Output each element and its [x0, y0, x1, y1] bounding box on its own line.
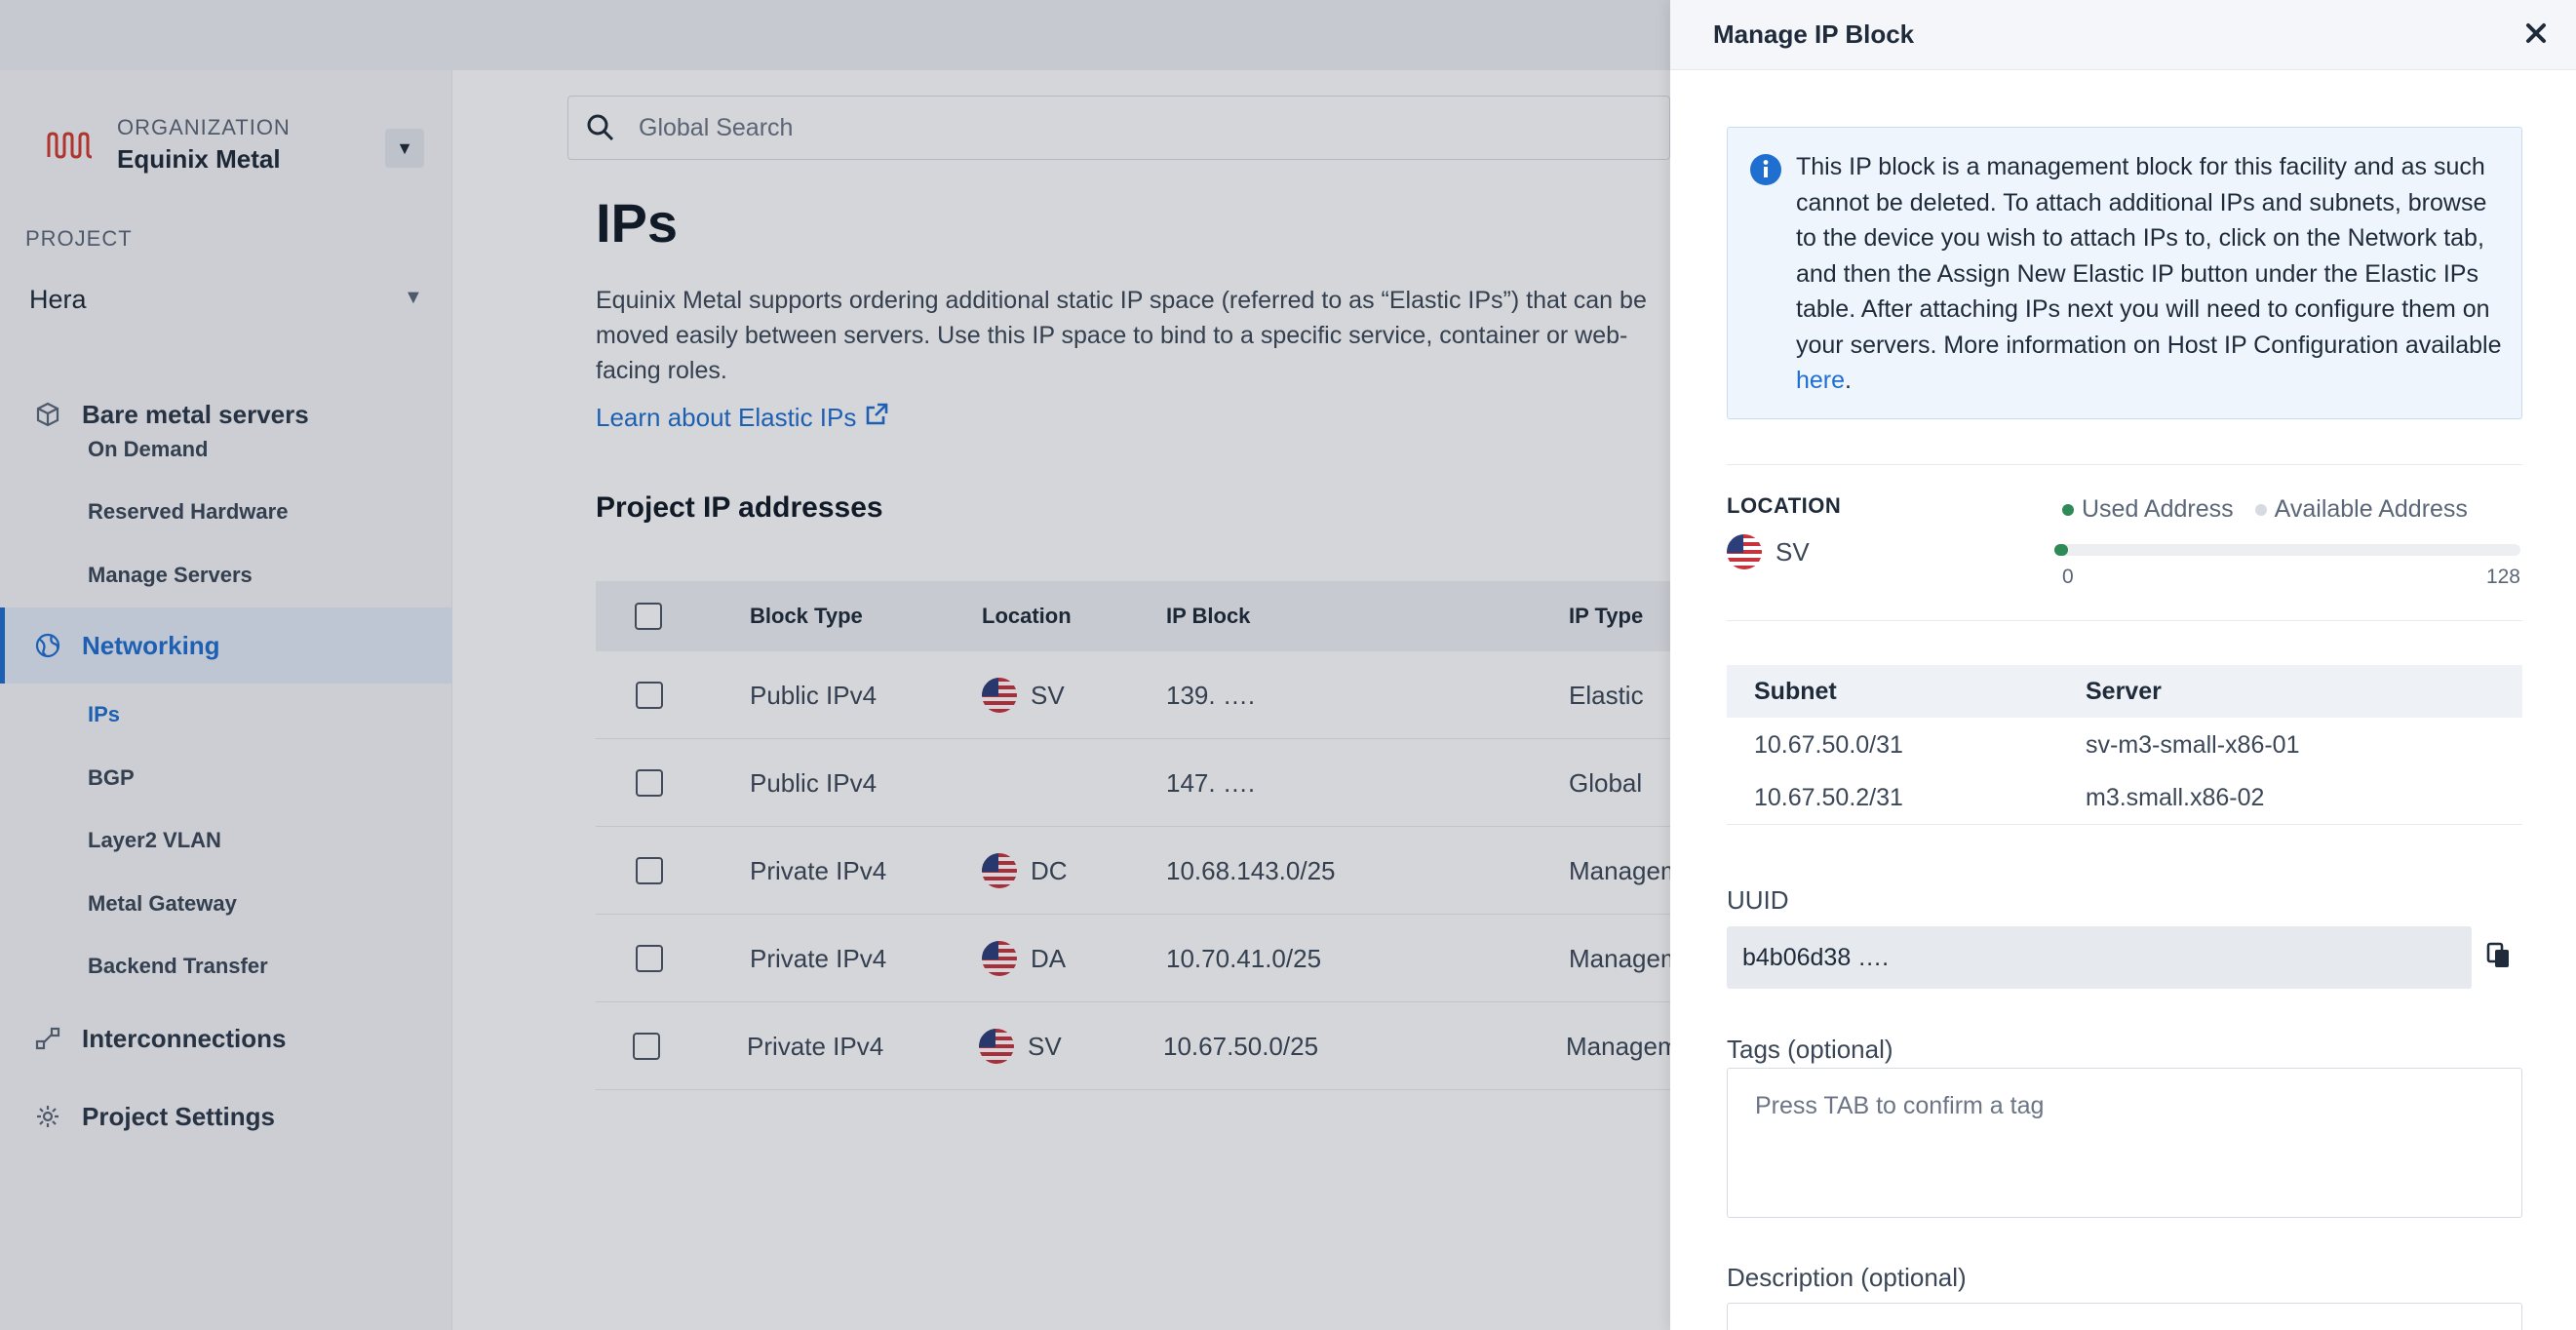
copy-icon	[2486, 942, 2512, 974]
subnet-cell: 10.67.50.2/31	[1754, 784, 1903, 811]
location-label: LOCATION	[1727, 493, 1842, 518]
tags-label: Tags (optional)	[1727, 1035, 1893, 1064]
divider	[1727, 620, 2522, 621]
info-icon	[1749, 153, 1782, 191]
info-text: This IP block is a management block for …	[1796, 149, 2508, 399]
modal-backdrop[interactable]	[0, 0, 1670, 1330]
subnet-cell: 10.67.50.0/31	[1754, 731, 1903, 759]
divider	[1727, 464, 2522, 465]
legend-used: Used Address	[2082, 495, 2234, 523]
close-icon	[2525, 22, 2547, 49]
subnet-row: 10.67.50.2/31 m3.small.x86-02	[1727, 771, 2522, 824]
legend-available: Available Address	[2274, 495, 2468, 523]
drawer-header: Manage IP Block	[1670, 0, 2576, 70]
close-button[interactable]	[2515, 14, 2557, 57]
server-cell: m3.small.x86-02	[2086, 784, 2265, 811]
usage-bar	[2054, 544, 2520, 556]
description-label: Description (optional)	[1727, 1263, 1967, 1292]
subnet-table-header: Subnet Server	[1727, 665, 2522, 718]
tags-input[interactable]	[1728, 1069, 2521, 1217]
subnet-row: 10.67.50.0/31 sv-m3-small-x86-01	[1727, 719, 2522, 771]
manage-ip-block-drawer: Manage IP Block This IP block is a manag…	[1670, 0, 2576, 1330]
server-cell: sv-m3-small-x86-01	[2086, 731, 2300, 759]
tags-field[interactable]	[1727, 1068, 2522, 1218]
usage-bar-fill	[2054, 544, 2068, 556]
used-dot-icon	[2062, 503, 2074, 516]
uuid-field[interactable]: b4b06d38 ….	[1727, 926, 2472, 989]
description-field[interactable]	[1727, 1303, 2522, 1330]
info-alert: This IP block is a management block for …	[1727, 127, 2522, 419]
usage-min: 0	[2062, 566, 2074, 588]
column-header: Subnet	[1754, 678, 1837, 705]
divider	[1727, 824, 2522, 825]
uuid-label: UUID	[1727, 885, 1789, 915]
available-dot-icon	[2254, 503, 2267, 516]
column-header: Server	[2086, 678, 2162, 705]
usage-max: 128	[2485, 566, 2520, 588]
us-flag-icon	[1727, 534, 1762, 569]
location-code: SV	[1776, 536, 1810, 567]
drawer-title: Manage IP Block	[1713, 20, 1915, 49]
info-body: This IP block is a management block for …	[1796, 153, 2502, 359]
usage-legend: Used Address Available Address	[2062, 495, 2468, 524]
location-value: SV	[1727, 534, 1810, 569]
host-ip-config-link[interactable]: here	[1796, 367, 1845, 394]
info-end: .	[1845, 367, 1852, 394]
copy-button[interactable]	[2481, 940, 2517, 975]
